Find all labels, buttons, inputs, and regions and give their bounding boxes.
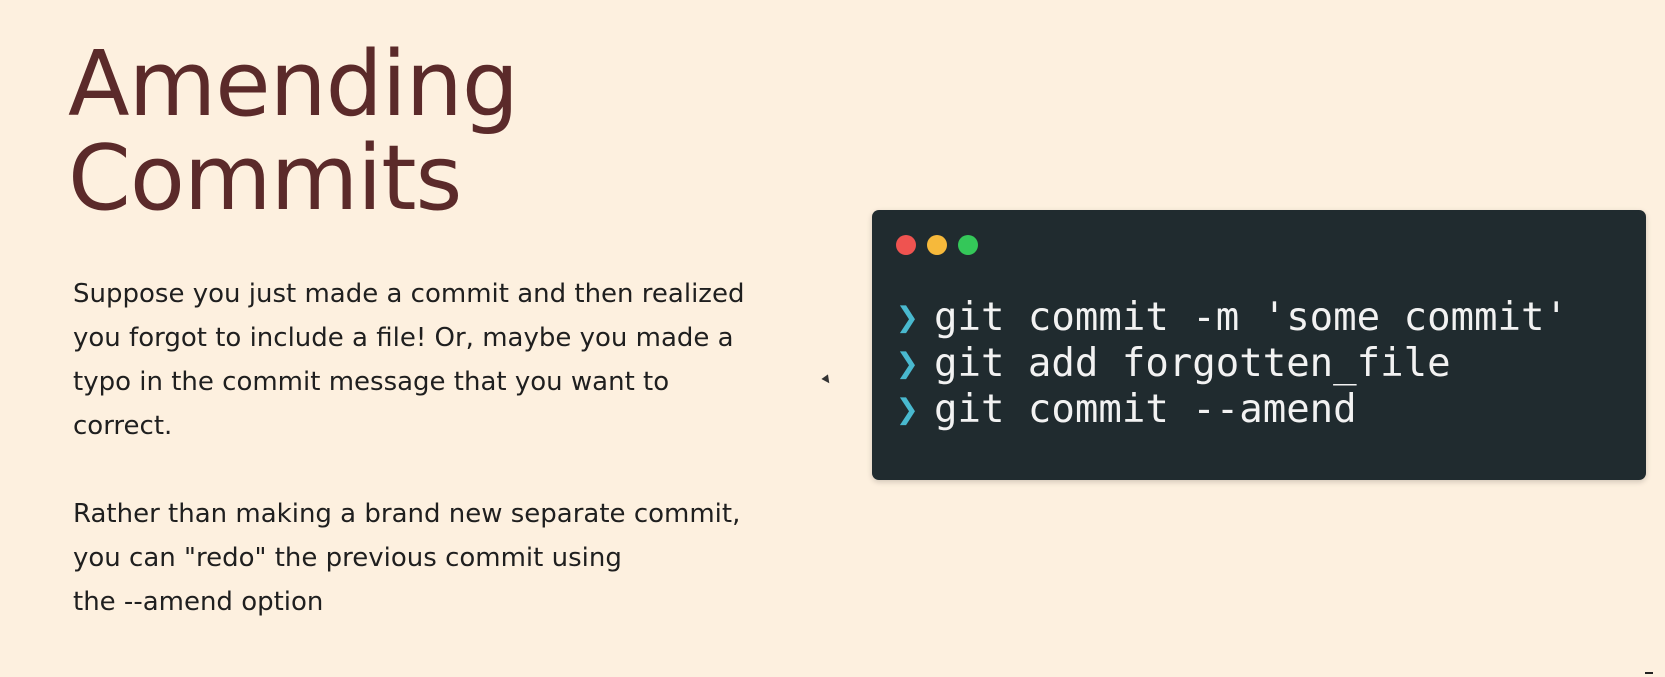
paragraph-1-line-3: typo in the commit message that you want…	[73, 367, 670, 397]
command-text: git add forgotten_file	[934, 341, 1451, 386]
prompt-chevron-icon: ❯	[896, 341, 919, 385]
paragraph-2-line-1: Rather than making a brand new separate …	[73, 499, 741, 529]
command-text: git commit --amend	[934, 387, 1357, 432]
prompt-chevron-icon: ❯	[896, 387, 919, 431]
paragraph-2-line-3: the --amend option	[73, 587, 324, 617]
terminal-commands: ❯ git commit -m 'some commit' ❯ git add …	[896, 295, 1568, 433]
slide: Amending Commits Suppose you just made a…	[0, 0, 1665, 677]
prompt-chevron-icon: ❯	[896, 295, 919, 339]
terminal-command-line: ❯ git add forgotten_file	[896, 341, 1568, 387]
paragraph-1-line-2: you forgot to include a file! Or, maybe …	[73, 323, 734, 353]
title-line-1: Amending	[68, 32, 519, 137]
paragraph-2-line-2: you can "redo" the previous commit using	[73, 543, 622, 573]
terminal-window: ❯ git commit -m 'some commit' ❯ git add …	[872, 210, 1646, 480]
paragraph-1-line-4: correct.	[73, 411, 173, 441]
terminal-command-line: ❯ git commit -m 'some commit'	[896, 295, 1568, 341]
corner-mark	[1645, 672, 1653, 674]
paragraph-1: Suppose you just made a commit and then …	[73, 272, 833, 448]
slide-title: Amending Commits	[68, 32, 519, 231]
minimize-window-dot	[927, 235, 947, 255]
paragraph-2: Rather than making a brand new separate …	[73, 492, 833, 624]
close-window-dot	[896, 235, 916, 255]
terminal-command-line: ❯ git commit --amend	[896, 387, 1568, 433]
paragraph-1-line-1: Suppose you just made a commit and then …	[73, 279, 745, 309]
command-text: git commit -m 'some commit'	[934, 295, 1568, 340]
slide-body-text: Suppose you just made a commit and then …	[73, 272, 833, 624]
window-controls	[896, 235, 978, 255]
zoom-window-dot	[958, 235, 978, 255]
title-line-2: Commits	[68, 126, 462, 231]
